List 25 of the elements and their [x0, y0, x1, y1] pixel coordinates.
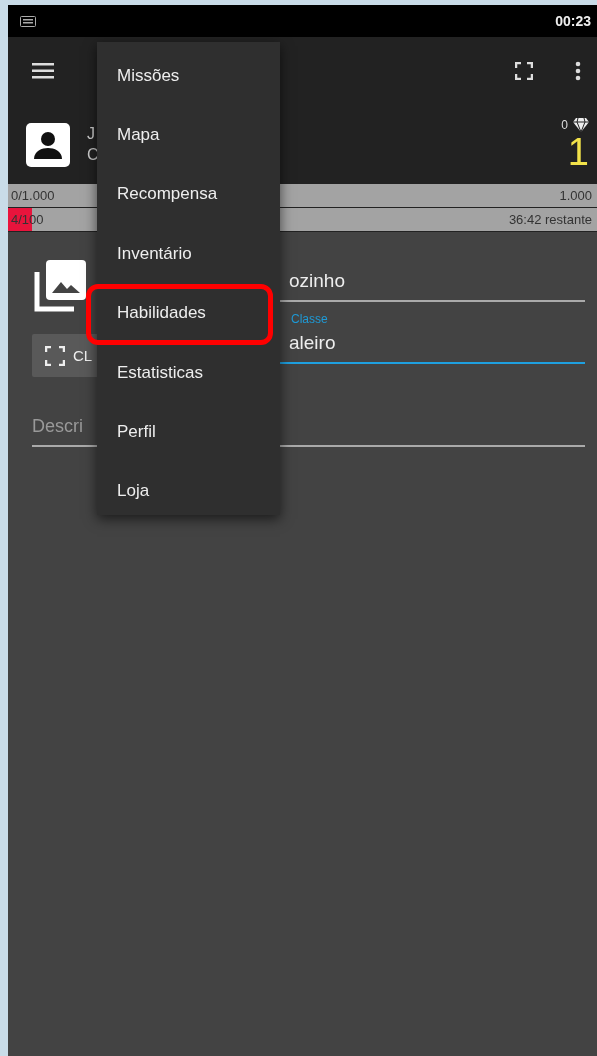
menu-item[interactable]: Recompensa — [97, 164, 280, 225]
image-icon[interactable] — [34, 260, 86, 312]
player-name: J — [87, 125, 96, 143]
level-number: 1 — [567, 131, 589, 172]
menu-item[interactable]: Loja — [97, 461, 280, 522]
class-label: Classe — [290, 311, 329, 328]
crop-label: CL — [73, 347, 93, 364]
experience-value: 0/1.000 — [11, 188, 55, 203]
menu-item[interactable]: Missões — [97, 46, 280, 106]
menu-item[interactable]: Mapa — [97, 105, 280, 165]
more-options-icon[interactable] — [575, 61, 581, 81]
gem-count: 0 — [561, 117, 568, 132]
time-remaining: 36:42 restante — [508, 212, 592, 227]
fullscreen-icon — [45, 345, 65, 366]
avatar-icon — [26, 122, 70, 167]
menu-item[interactable]: Estatisticas — [97, 342, 280, 403]
diamond-icon — [573, 117, 589, 132]
status-time: 00:23 — [555, 13, 591, 29]
crop-button[interactable]: CL — [32, 334, 100, 377]
menu-icon[interactable] — [32, 63, 54, 79]
menu-item[interactable]: Inventário — [97, 224, 280, 284]
keyboard-icon — [20, 15, 36, 27]
menu-item[interactable]: Habilidades — [97, 283, 280, 343]
fullscreen-icon[interactable] — [515, 62, 533, 80]
experience-max: 1.000 — [559, 188, 592, 203]
